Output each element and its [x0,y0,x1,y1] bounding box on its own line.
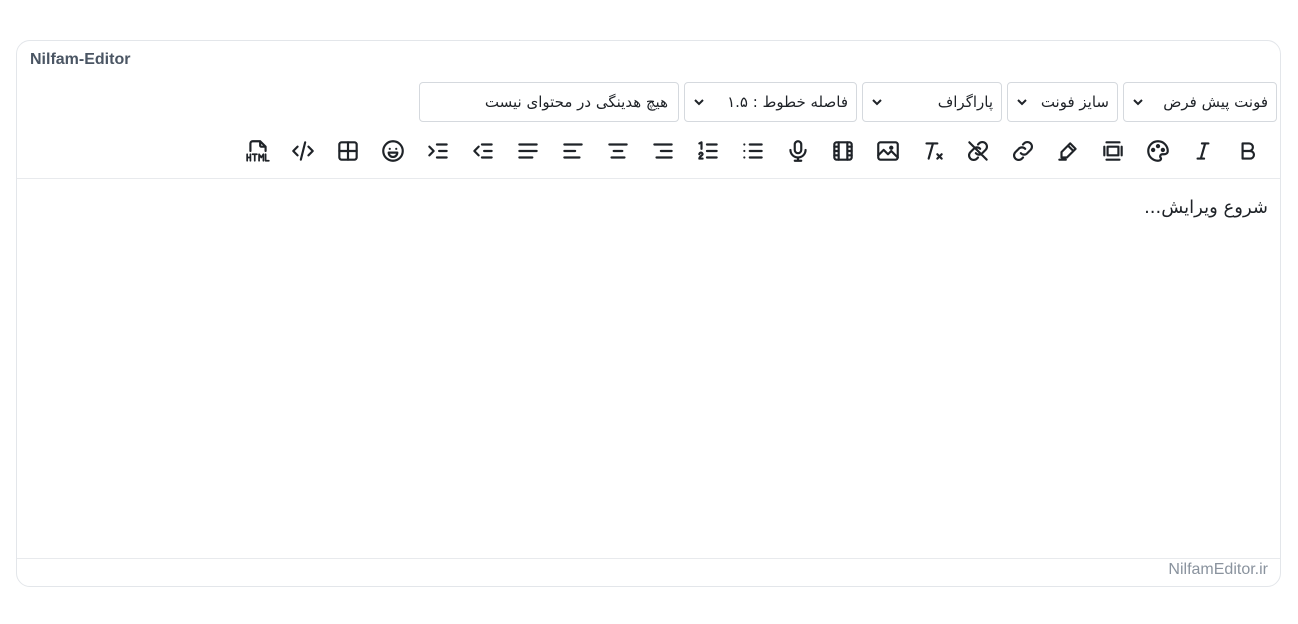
line-height-select-label: فاصله خطوط : ۱.۵ [727,93,848,111]
footer-divider [17,558,1280,559]
italic-icon [1190,138,1216,168]
insert-image-button[interactable] [865,137,910,169]
clear-format-button[interactable] [910,137,955,169]
editor-title: Nilfam-Editor [30,51,131,68]
heading-navigator-label: هیچ هدینگی در محتوای نیست [484,93,668,111]
link-button[interactable] [1000,137,1045,169]
code-icon [290,138,316,168]
html-source-button[interactable] [235,137,280,169]
chevron-down-icon [1016,96,1028,108]
align-right-icon [650,138,676,168]
insert-audio-button[interactable] [775,137,820,169]
chevron-down-icon [693,96,705,108]
align-left-icon [560,138,586,168]
clear-format-icon [920,138,946,168]
emoji-button[interactable] [370,137,415,169]
align-justify-icon [515,138,541,168]
bold-button[interactable] [1225,137,1270,169]
bold-icon [1235,138,1261,168]
align-justify-button[interactable] [505,137,550,169]
bullet-list-button[interactable] [730,137,775,169]
outdent-button[interactable] [460,137,505,169]
footer-brand-link[interactable]: NilfamEditor.ir [1168,561,1268,579]
font-family-select-label: فونت پیش فرض [1163,93,1268,111]
italic-button[interactable] [1180,137,1225,169]
select-bar: فونت پیش فرض سایز فونت پاراگراف فاصله خط… [419,82,1277,122]
chevron-down-icon [871,96,883,108]
unlink-icon [965,138,991,168]
align-center-button[interactable] [595,137,640,169]
insert-table-button[interactable] [325,137,370,169]
image-icon [875,138,901,168]
font-size-select[interactable]: سایز فونت [1007,82,1118,122]
html-icon [245,138,271,168]
indent-button[interactable] [415,137,460,169]
numbered-list-icon [695,138,721,168]
line-height-select[interactable]: فاصله خطوط : ۱.۵ [684,82,857,122]
frame-button[interactable] [1090,137,1135,169]
align-left-button[interactable] [550,137,595,169]
video-icon [830,138,856,168]
paragraph-select[interactable]: پاراگراف [862,82,1002,122]
text-color-button[interactable] [1135,137,1180,169]
insert-video-button[interactable] [820,137,865,169]
align-center-icon [605,138,631,168]
numbered-list-button[interactable] [685,137,730,169]
highlighter-icon [1055,138,1081,168]
align-right-button[interactable] [640,137,685,169]
editor-content-area[interactable]: شروع ویرایش... [1144,197,1268,218]
toolbar-divider [17,178,1280,179]
outdent-icon [470,138,496,168]
emoji-icon [380,138,406,168]
unlink-button[interactable] [955,137,1000,169]
indent-icon [425,138,451,168]
font-size-select-label: سایز فونت [1040,93,1109,111]
code-button[interactable] [280,137,325,169]
chevron-down-icon [1132,96,1144,108]
heading-navigator-select[interactable]: هیچ هدینگی در محتوای نیست [419,82,679,122]
font-family-select[interactable]: فونت پیش فرض [1123,82,1277,122]
link-icon [1010,138,1036,168]
paragraph-select-label: پاراگراف [937,93,993,111]
formatting-toolbar [235,137,1280,169]
palette-icon [1145,138,1171,168]
bullet-list-icon [740,138,766,168]
frame-icon [1100,138,1126,168]
table-icon [335,138,361,168]
editor-container: Nilfam-Editor فونت پیش فرض سایز فونت پار… [16,40,1281,587]
highlight-button[interactable] [1045,137,1090,169]
microphone-icon [785,138,811,168]
